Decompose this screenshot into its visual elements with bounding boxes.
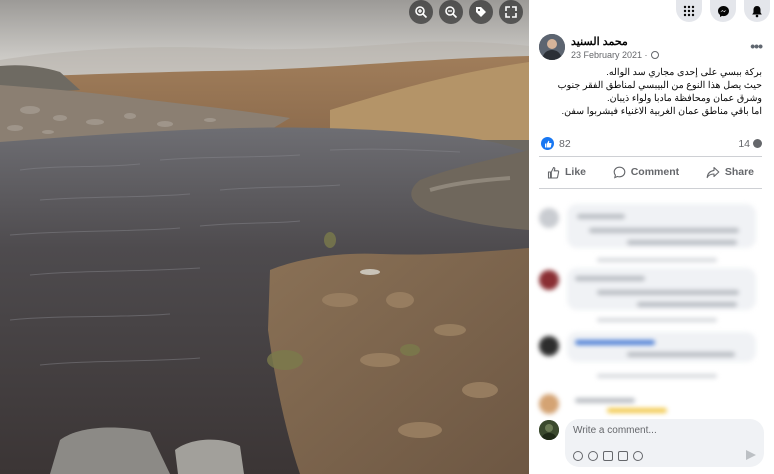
comment-label: Comment [630, 166, 680, 178]
comment-input[interactable]: Write a comment... [565, 419, 764, 467]
comment-button[interactable]: Comment [605, 166, 687, 179]
zoom-in-icon [415, 6, 428, 19]
photo-scene [0, 0, 529, 474]
comment-item [537, 266, 764, 326]
comment-bubble-icon [753, 139, 762, 148]
share-button[interactable]: Share [698, 166, 762, 179]
post-timestamp[interactable]: 23 February 2021 · [571, 50, 659, 60]
gif-icon[interactable] [618, 451, 628, 461]
post-date-text: 23 February 2021 · [571, 50, 648, 60]
author-avatar[interactable] [539, 34, 565, 60]
send-icon[interactable] [746, 450, 756, 460]
comments-list [537, 196, 764, 414]
post-text-line: اما باقي مناطق عمان الغربية الاغنياء فيش… [561, 106, 763, 117]
comment-item [537, 202, 764, 268]
commenter-avatar[interactable] [539, 394, 559, 414]
more-options-icon: ••• [750, 38, 763, 54]
thumbs-up-icon [547, 166, 560, 179]
post-photo[interactable] [0, 0, 529, 474]
top-navigation [672, 0, 774, 22]
post-header: محمد السنيد 23 February 2021 · ••• [539, 34, 763, 64]
comment-item [537, 330, 764, 390]
emoji-icon[interactable] [588, 451, 598, 461]
divider [539, 188, 762, 189]
globe-icon [650, 51, 659, 59]
reaction-count[interactable]: 82 [559, 138, 571, 150]
comment-icon [613, 166, 626, 179]
photo-toolbar [409, 0, 523, 24]
commenter-avatar[interactable] [539, 336, 559, 356]
apps-grid-icon [683, 5, 695, 17]
notifications-bell-icon [752, 5, 762, 17]
share-label: Share [724, 166, 754, 178]
comment-item [537, 392, 764, 414]
camera-icon[interactable] [603, 451, 613, 461]
post-actions: Like Comment Share [539, 160, 762, 184]
post-text-line: وشرق عمان ومحافظة مادبا ولواء ذيبان. [606, 93, 762, 104]
avatar-sticker-icon[interactable] [573, 451, 583, 461]
comment-count[interactable]: 14 [738, 138, 750, 150]
zoom-in-button[interactable] [409, 0, 433, 24]
messenger-button[interactable] [710, 0, 736, 22]
comment-composer: Write a comment... [537, 419, 764, 472]
tag-photo-button[interactable] [469, 0, 493, 24]
post-text-line: بركة ببسي على إحدى مجاري سد الواله. [606, 67, 762, 78]
composer-tools [573, 451, 643, 461]
divider [539, 156, 762, 157]
reaction-summary: 82 14 [539, 137, 762, 151]
author-name[interactable]: محمد السنيد [571, 35, 628, 48]
share-icon [706, 166, 720, 178]
current-user-avatar [539, 420, 559, 440]
apps-menu-button[interactable] [676, 0, 702, 22]
post-body: بركة ببسي على إحدى مجاري سد الواله. حيث … [539, 66, 762, 118]
zoom-out-icon [445, 6, 458, 19]
fullscreen-button[interactable] [499, 0, 523, 24]
comment-placeholder: Write a comment... [573, 425, 657, 436]
messenger-icon [717, 5, 729, 17]
sticker-icon[interactable] [633, 451, 643, 461]
zoom-out-button[interactable] [439, 0, 463, 24]
post-side-panel: محمد السنيد 23 February 2021 · ••• بركة … [529, 0, 774, 474]
post-text-line: حيث يصل هذا النوع من البيبسي لمناطق الفق… [557, 80, 762, 91]
commenter-avatar[interactable] [539, 208, 559, 228]
tag-icon [476, 7, 486, 17]
like-label: Like [565, 166, 587, 178]
notifications-button[interactable] [744, 0, 770, 22]
more-options-button[interactable]: ••• [750, 38, 763, 54]
fullscreen-icon [505, 6, 517, 18]
like-reaction-icon[interactable] [541, 137, 554, 150]
commenter-avatar[interactable] [539, 270, 559, 290]
like-button[interactable]: Like [539, 166, 594, 179]
